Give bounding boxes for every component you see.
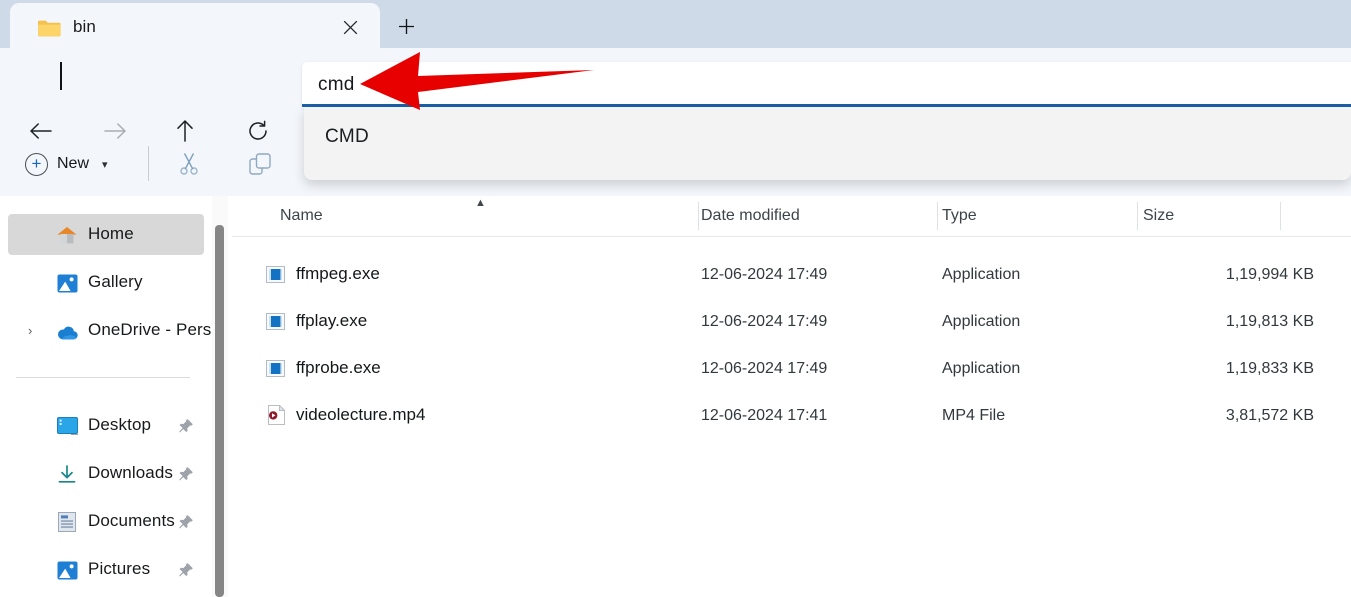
scissors-icon[interactable] [172, 148, 206, 180]
sidebar-item-downloads[interactable]: Downloads [8, 453, 204, 494]
onedrive-icon [56, 322, 78, 344]
desktop-icon [56, 415, 78, 437]
column-divider[interactable] [1137, 202, 1138, 230]
table-row[interactable]: ffprobe.exe 12-06-2024 17:49 Application… [232, 346, 1351, 393]
new-tab-button[interactable] [390, 12, 422, 40]
pin-icon[interactable] [178, 418, 194, 434]
address-bar-input[interactable]: cmd [318, 74, 355, 96]
column-divider[interactable] [937, 202, 938, 230]
application-icon [266, 359, 285, 377]
column-header-name[interactable]: Name [280, 196, 323, 236]
back-arrow-icon[interactable] [21, 113, 61, 149]
file-name: ffplay.exe [296, 311, 368, 330]
table-row[interactable]: ffmpeg.exe 12-06-2024 17:49 Application … [232, 252, 1351, 299]
folder-icon [37, 19, 61, 37]
file-type: Application [942, 266, 1021, 283]
sidebar-item-label: Pictures [88, 559, 151, 578]
navigation-pane: Home Gallery › OneDrive - Perso Desktop … [0, 196, 232, 597]
text-cursor [60, 62, 62, 90]
sidebar-item-desktop[interactable]: Desktop [8, 405, 204, 446]
file-size: 1,19,813 KB [1225, 313, 1314, 330]
sidebar-item-label: Desktop [88, 415, 152, 434]
file-type: Application [942, 360, 1021, 377]
documents-icon [56, 511, 78, 533]
file-date: 12-06-2024 17:49 [701, 313, 828, 330]
file-name-cell[interactable]: ffmpeg.exe [266, 264, 380, 284]
file-size: 3,81,572 KB [1225, 407, 1314, 424]
chevron-right-icon[interactable]: › [28, 324, 42, 338]
file-date: 12-06-2024 17:49 [701, 266, 828, 283]
toolbar-divider [148, 146, 149, 181]
column-divider[interactable] [1280, 202, 1281, 230]
column-header-type[interactable]: Type [942, 196, 977, 236]
sidebar-divider [16, 377, 190, 378]
pin-icon[interactable] [178, 466, 194, 482]
pictures-icon [56, 559, 78, 581]
file-date: 12-06-2024 17:49 [701, 360, 828, 377]
pin-icon[interactable] [178, 514, 194, 530]
table-row[interactable]: ffplay.exe 12-06-2024 17:49 Application … [232, 299, 1351, 346]
column-divider[interactable] [698, 202, 699, 230]
sidebar-item-home[interactable]: Home [8, 214, 204, 255]
column-header-date[interactable]: Date modified [701, 196, 800, 236]
copy-icon[interactable] [243, 148, 277, 180]
file-name-cell[interactable]: ffprobe.exe [266, 358, 381, 378]
application-icon [266, 265, 285, 283]
forward-arrow-icon [95, 113, 135, 149]
file-name-cell[interactable]: ffplay.exe [266, 311, 367, 331]
suggestion-label: CMD [325, 126, 369, 147]
file-type: Application [942, 313, 1021, 330]
file-type: MP4 File [942, 407, 1006, 424]
application-icon [266, 312, 285, 330]
sidebar-scrollbar-thumb[interactable] [215, 225, 224, 597]
chevron-down-icon: ▾ [102, 158, 108, 171]
address-suggestions-dropdown: CMD [304, 107, 1351, 180]
sidebar-item-label: Home [88, 224, 134, 243]
tab-title: bin [73, 17, 96, 36]
sidebar-item-onedrive[interactable]: › OneDrive - Perso [8, 310, 221, 351]
sidebar-item-label: Downloads [88, 463, 174, 482]
home-icon [56, 224, 78, 246]
downloads-icon [56, 464, 78, 486]
new-button-label: New [57, 155, 90, 172]
column-headers: ▲ Name Date modified Type Size [232, 196, 1351, 237]
gallery-icon [56, 272, 78, 294]
address-bar[interactable]: cmd [302, 62, 1351, 108]
file-name: ffprobe.exe [296, 358, 381, 377]
sidebar-item-label: OneDrive - Perso [88, 320, 221, 339]
file-size: 1,19,994 KB [1225, 266, 1314, 283]
file-list-pane: ▲ Name Date modified Type Size ffmpeg.ex… [232, 196, 1351, 597]
video-file-icon [268, 404, 286, 425]
sidebar-item-label: Documents [88, 511, 175, 530]
new-button[interactable]: + New ▾ [25, 148, 108, 180]
sort-ascending-icon: ▲ [475, 197, 486, 209]
refresh-icon[interactable] [238, 113, 278, 149]
file-name: videolecture.mp4 [296, 405, 426, 424]
sidebar-item-pictures[interactable]: Pictures [8, 549, 204, 590]
file-name-cell[interactable]: videolecture.mp4 [268, 404, 426, 425]
file-size: 1,19,833 KB [1225, 360, 1314, 377]
file-name: ffmpeg.exe [296, 264, 380, 283]
title-bar: bin [0, 0, 1351, 48]
table-row[interactable]: videolecture.mp4 12-06-2024 17:41 MP4 Fi… [232, 393, 1351, 440]
sidebar-item-documents[interactable]: Documents [8, 501, 204, 542]
pin-icon[interactable] [178, 562, 194, 578]
file-date: 12-06-2024 17:41 [701, 407, 828, 424]
up-arrow-icon[interactable] [165, 113, 205, 149]
sidebar-item-gallery[interactable]: Gallery [8, 262, 204, 303]
plus-circle-icon: + [25, 152, 48, 176]
close-icon[interactable] [336, 15, 364, 39]
suggestion-item-cmd[interactable]: CMD [304, 107, 1351, 167]
column-header-size[interactable]: Size [1143, 196, 1174, 236]
file-explorer-window: bin + New ▾ cmd CMD Home Gallery › OneDr… [0, 0, 1351, 597]
tab-bin[interactable]: bin [10, 3, 380, 48]
sidebar-item-label: Gallery [88, 272, 143, 291]
